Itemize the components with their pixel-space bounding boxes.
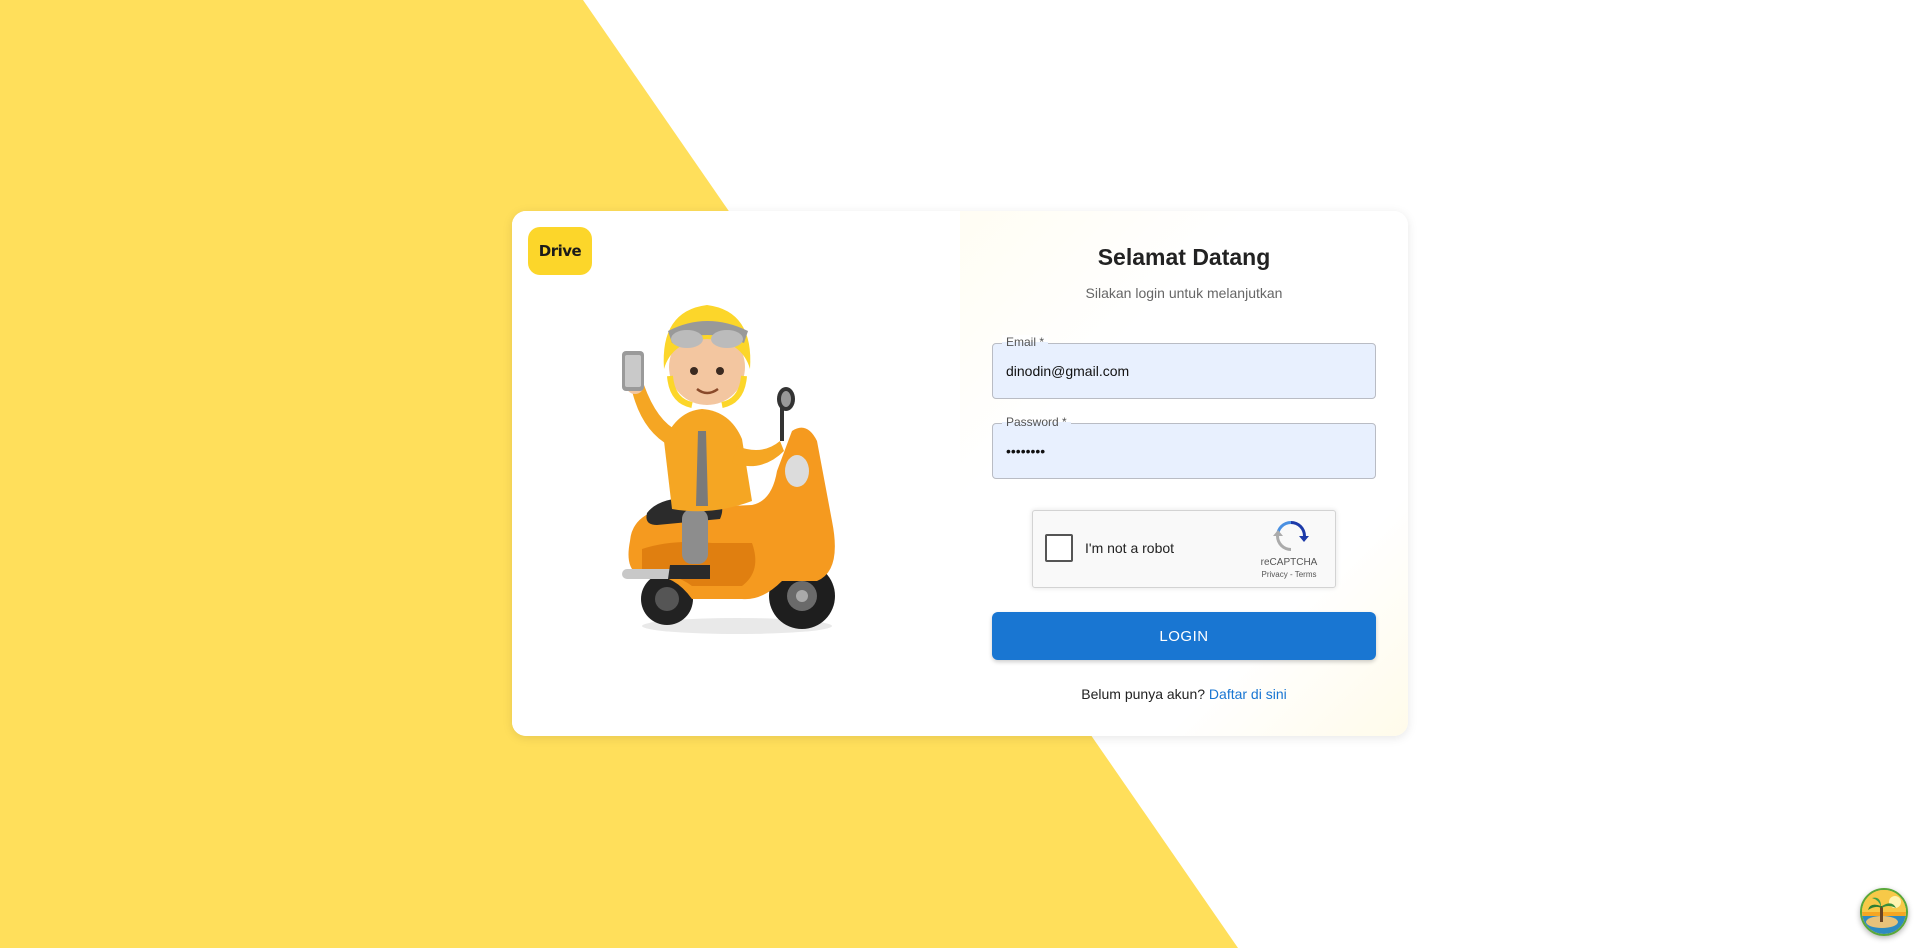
island-icon xyxy=(1862,890,1906,934)
recaptcha-label: I'm not a robot xyxy=(1085,540,1175,556)
password-field[interactable]: Password * •••••••• xyxy=(992,415,1376,479)
register-link[interactable]: Daftar di sini xyxy=(1209,686,1287,702)
recaptcha-checkbox[interactable] xyxy=(1045,534,1073,562)
drive-logo: Drive xyxy=(528,227,592,275)
logo-text: Drive xyxy=(538,242,582,260)
page-subtitle: Silakan login untuk melanjutkan xyxy=(1085,285,1283,301)
login-button[interactable]: LOGIN xyxy=(992,612,1376,660)
email-field[interactable]: Email * dinodin@gmail.com xyxy=(992,335,1376,399)
password-input[interactable]: •••••••• xyxy=(1006,423,1356,479)
register-prompt-text: Belum punya akun? xyxy=(1081,686,1206,702)
scooter-rider-illustration xyxy=(622,305,835,634)
recaptcha-icon xyxy=(1273,521,1309,551)
page-title: Selamat Datang xyxy=(1097,244,1271,270)
recaptcha-brand: reCAPTCHA xyxy=(1260,557,1318,568)
register-prompt: Belum punya akun? Daftar di sini xyxy=(992,686,1376,702)
login-card: Drive Selamat Datang Silakan login untuk… xyxy=(512,211,1408,736)
tropical-island-avatar-icon[interactable] xyxy=(1860,888,1908,936)
illustration-panel: Drive xyxy=(512,211,960,736)
email-input[interactable]: dinodin@gmail.com xyxy=(1006,343,1356,399)
recaptcha-privacy-terms-links[interactable]: Privacy - Terms xyxy=(1249,570,1329,579)
recaptcha-widget: I'm not a robot reCAPTCHA Privacy - Term… xyxy=(1032,510,1336,588)
